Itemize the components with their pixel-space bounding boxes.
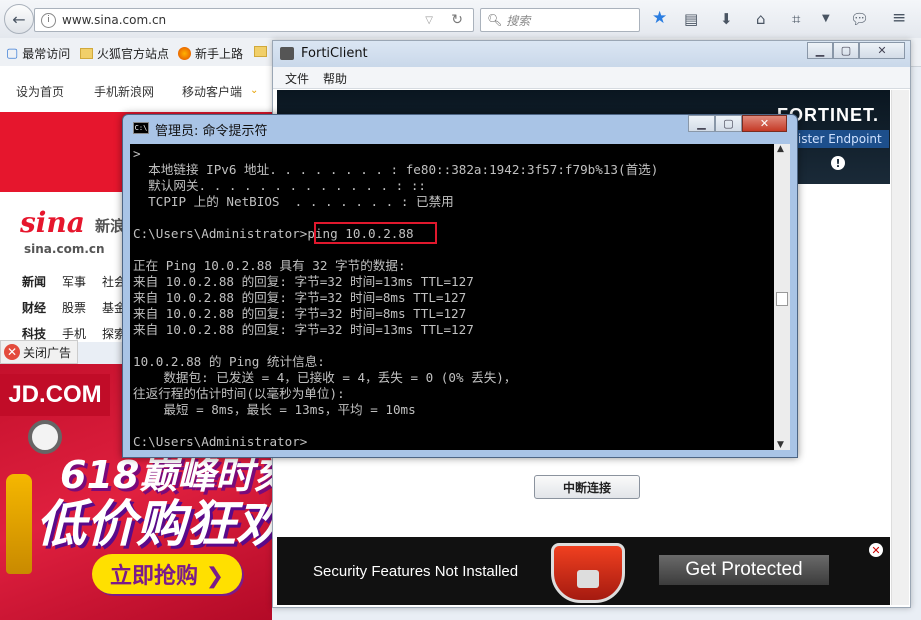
- search-input[interactable]: 🔍︎ 搜索: [480, 8, 640, 32]
- console-line: 来自 10.0.2.88 的回复: 字节=32 时间=8ms TTL=127: [133, 290, 467, 305]
- cmd-window: C:\ 管理员: 命令提示符 ▁ ▢ ✕ > 本地链接 IPv6 地址. . .…: [122, 114, 798, 458]
- menu-icon[interactable]: ≡: [892, 8, 906, 28]
- jd-logo: JD.COM: [0, 374, 110, 416]
- disconnect-button[interactable]: 中断连接: [534, 475, 640, 499]
- dropdown-icon[interactable]: ▽: [425, 15, 433, 26]
- console-line: 默认网关. . . . . . . . . . . . . : ::: [133, 178, 427, 193]
- close-icon: ✕: [4, 344, 20, 360]
- console-line: >: [133, 146, 141, 161]
- folder-icon[interactable]: [254, 46, 267, 57]
- set-homepage-link[interactable]: 设为首页: [16, 83, 64, 100]
- sina-topbar: 设为首页 手机新浪网 移动客户端 ⌄: [0, 66, 272, 113]
- search-placeholder: 搜索: [506, 13, 531, 28]
- buy-now-button[interactable]: 立即抢购 ❯: [92, 554, 242, 594]
- console-line: 数据包: 已发送 = 4，已接收 = 4，丢失 = 0 (0% 丢失)，: [133, 370, 517, 385]
- ad-slogan: 低价购狂欢: [36, 495, 272, 553]
- bookmark-getting-started[interactable]: 新手上路: [178, 45, 243, 62]
- sina-domain: sina.com.cn: [24, 242, 105, 256]
- nav-stocks[interactable]: 股票: [62, 299, 86, 316]
- scroll-thumb[interactable]: [776, 292, 788, 306]
- bookmark-star-icon[interactable]: ★: [652, 8, 667, 28]
- bookmark-most-visited[interactable]: ▢ 最常访问: [6, 45, 70, 62]
- lock-icon: [551, 543, 625, 603]
- cmd-titlebar[interactable]: C:\ 管理员: 命令提示符 ▁ ▢ ✕: [123, 115, 797, 141]
- get-protected-button[interactable]: Get Protected: [659, 555, 829, 585]
- close-ad-label: 关闭广告: [23, 345, 72, 360]
- forticlient-menubar: 文件 帮助: [273, 67, 910, 89]
- menu-help[interactable]: 帮助: [323, 70, 347, 87]
- console-line: 本地链接 IPv6 地址. . . . . . . . : fe80::382a…: [133, 162, 659, 177]
- download-icon[interactable]: ⬇: [720, 10, 733, 28]
- menu-file[interactable]: 文件: [285, 70, 309, 87]
- maximize-button[interactable]: ▢: [715, 115, 742, 132]
- bookmarks-list-icon[interactable]: ▤: [684, 10, 698, 28]
- nav-news[interactable]: 新闻: [22, 273, 46, 290]
- register-endpoint-button[interactable]: gister Endpoint: [783, 130, 889, 148]
- scroll-down-icon[interactable]: ▼: [777, 440, 784, 450]
- watch-image: [28, 420, 62, 454]
- maximize-button[interactable]: ▢: [833, 42, 859, 59]
- chevron-down-icon[interactable]: ⌄: [250, 85, 258, 96]
- cmd-console[interactable]: > 本地链接 IPv6 地址. . . . . . . . : fe80::38…: [130, 144, 774, 450]
- info-icon: i: [41, 12, 56, 28]
- console-line: 来自 10.0.2.88 的回复: 字节=32 时间=13ms TTL=127: [133, 274, 474, 289]
- close-icon[interactable]: ✕: [869, 543, 883, 557]
- back-button[interactable]: ←: [4, 4, 34, 34]
- forticlient-scrollbar[interactable]: [891, 90, 909, 605]
- nav-military[interactable]: 军事: [62, 273, 86, 290]
- close-button[interactable]: ✕: [859, 42, 905, 59]
- console-line: 往返行程的估计时间(以毫秒为单位):: [133, 386, 345, 401]
- console-line: 来自 10.0.2.88 的回复: 字节=32 时间=8ms TTL=127: [133, 306, 467, 321]
- chevron-down-icon[interactable]: ▼: [822, 13, 830, 24]
- console-line: C:\Users\Administrator>: [133, 434, 308, 449]
- cmd-app-icon: C:\: [133, 122, 149, 134]
- crop-icon[interactable]: ⌗: [792, 10, 800, 28]
- home-icon[interactable]: ⌂: [756, 10, 766, 28]
- sina-logo[interactable]: sina: [20, 206, 85, 239]
- ping-command-highlight: [314, 222, 437, 244]
- close-button[interactable]: ✕: [742, 115, 787, 132]
- info-icon[interactable]: !: [831, 156, 845, 170]
- forticlient-titlebar[interactable]: FortiClient ▁ ▢ ✕: [273, 41, 910, 67]
- console-line: 10.0.2.88 的 Ping 统计信息:: [133, 354, 325, 369]
- forticlient-title: FortiClient: [301, 46, 368, 61]
- console-line: 正在 Ping 10.0.2.88 具有 32 字节的数据:: [133, 258, 406, 273]
- scroll-up-icon[interactable]: ▲: [777, 144, 784, 154]
- search-icon: 🔍︎: [487, 13, 503, 27]
- minimize-button[interactable]: ▁: [807, 42, 833, 59]
- bookmark-firefox-site[interactable]: 火狐官方站点: [80, 45, 169, 62]
- forticlient-app-icon: [280, 47, 294, 60]
- url-text: www.sina.com.cn: [62, 13, 167, 27]
- url-bar[interactable]: i www.sina.com.cn ▽ ↻: [34, 8, 474, 32]
- mobile-client-link[interactable]: 移动客户端: [182, 83, 242, 100]
- console-line: 来自 10.0.2.88 的回复: 字节=32 时间=13ms TTL=127: [133, 322, 474, 337]
- mobile-sina-link[interactable]: 手机新浪网: [94, 83, 154, 100]
- cmd-scrollbar[interactable]: ▲ ▼: [774, 144, 790, 450]
- bookmark-icon: ▢: [6, 46, 19, 61]
- nav-finance[interactable]: 财经: [22, 299, 46, 316]
- back-arrow-icon: ←: [12, 9, 26, 29]
- folder-icon: [80, 48, 93, 59]
- close-ad-button[interactable]: ✕ 关闭广告: [0, 340, 78, 364]
- cmd-title: 管理员: 命令提示符: [155, 124, 268, 139]
- firefox-icon: [178, 47, 191, 60]
- browser-toolbar: ← i www.sina.com.cn ▽ ↻ 🔍︎ 搜索 ★ ▤ ⬇ ⌂ ⌗ …: [0, 0, 921, 39]
- console-line: 最短 = 8ms，最长 = 13ms，平均 = 10ms: [133, 402, 416, 417]
- minimize-button[interactable]: ▁: [688, 115, 715, 132]
- banner-text: Security Features Not Installed: [313, 563, 519, 580]
- beer-bottle-image: [6, 474, 32, 574]
- reload-icon[interactable]: ↻: [451, 12, 463, 28]
- chat-icon[interactable]: 💬︎: [850, 10, 869, 28]
- security-banner: Security Features Not Installed Get Prot…: [277, 537, 890, 605]
- console-line: TCPIP 上的 NetBIOS . . . . . . . : 已禁用: [133, 194, 454, 209]
